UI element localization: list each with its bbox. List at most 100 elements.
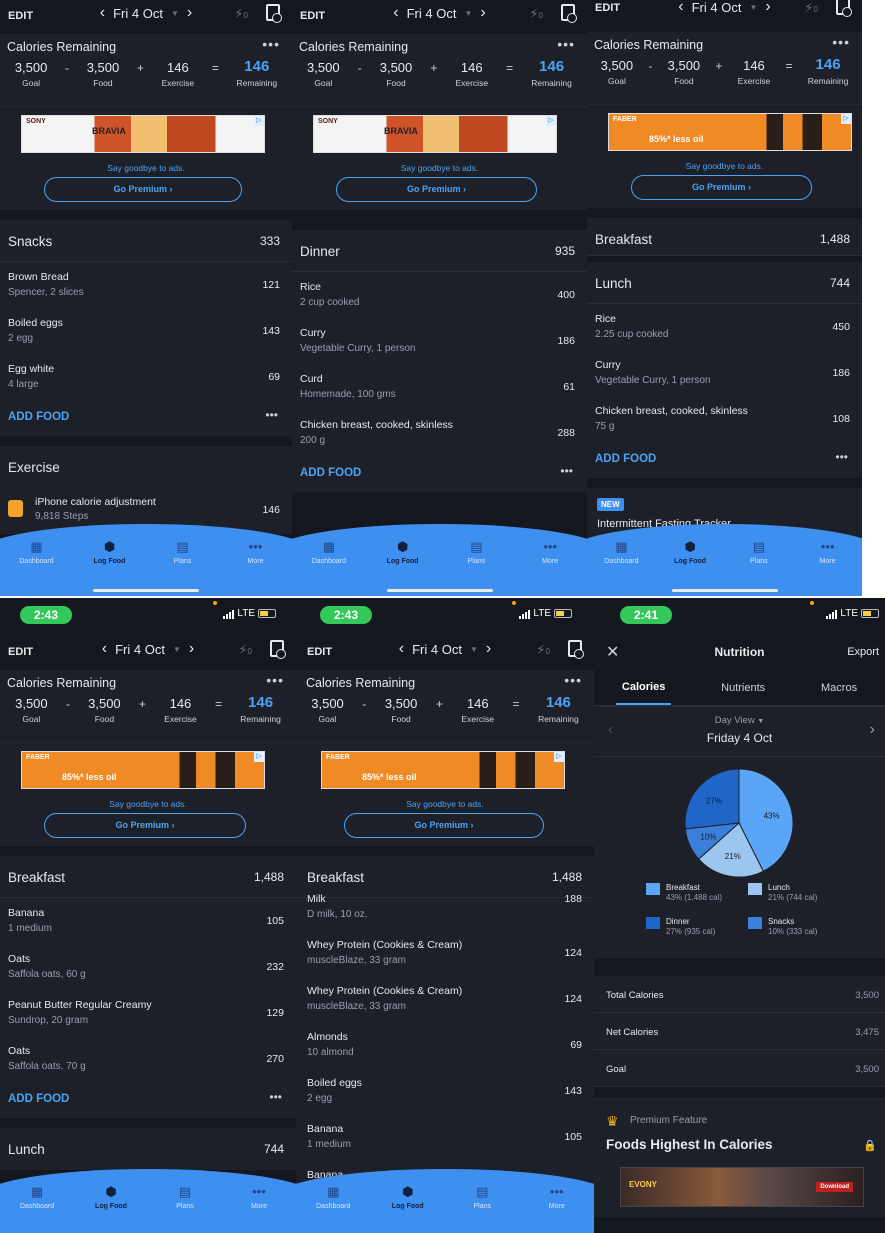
food-item[interactable]: Rice 2 cup cooked 400 bbox=[292, 272, 587, 318]
ad-banner[interactable]: FABER 85%* less oil ▷ bbox=[321, 751, 565, 789]
more-icon[interactable]: ••• bbox=[832, 34, 850, 50]
add-food-button[interactable]: ADD FOOD bbox=[595, 453, 656, 465]
more-icon[interactable]: ••• bbox=[557, 36, 575, 52]
food-item[interactable]: Curry Vegetable Curry, 1 person 186 bbox=[587, 350, 862, 396]
ad-banner[interactable]: EVONY Download bbox=[620, 1167, 864, 1207]
tab-plans[interactable]: ▤ Plans bbox=[153, 540, 213, 565]
food-item[interactable]: Almonds 10 almond 69 bbox=[296, 1022, 594, 1068]
adchoices-icon[interactable]: ▷ bbox=[546, 116, 556, 126]
clipboard-icon[interactable] bbox=[836, 0, 852, 17]
date-selector[interactable]: ‹ Fri 4 Oct ▼ › bbox=[100, 4, 192, 22]
tab-more[interactable]: ••• More bbox=[229, 1185, 289, 1210]
adchoices-icon[interactable]: ▷ bbox=[254, 752, 264, 762]
go-premium-button[interactable]: Go Premium › bbox=[344, 813, 544, 838]
next-day-icon[interactable]: › bbox=[486, 640, 491, 658]
food-item[interactable]: Curry Vegetable Curry, 1 person 186 bbox=[292, 318, 587, 364]
tab-plans[interactable]: ▤ Plans bbox=[446, 540, 506, 565]
ad-banner[interactable]: SONY BRAVIA ▷ bbox=[21, 115, 265, 153]
tab-plans[interactable]: ▤ Plans bbox=[452, 1185, 512, 1210]
more-icon[interactable]: ••• bbox=[262, 36, 280, 52]
food-item[interactable]: Peanut Butter Regular Creamy Sundrop, 20 … bbox=[0, 990, 296, 1036]
premium-feature[interactable]: ♛ Premium Feature Foods Highest In Calor… bbox=[594, 1097, 885, 1217]
tab-dashboard[interactable]: ▦ Dashboard bbox=[7, 540, 67, 565]
more-icon[interactable]: ••• bbox=[265, 408, 278, 422]
tab-more[interactable]: ••• More bbox=[226, 540, 286, 565]
tab-more[interactable]: ••• More bbox=[798, 540, 858, 565]
more-icon[interactable]: ••• bbox=[835, 450, 848, 464]
food-item[interactable]: Oats Saffola oats, 60 g 232 bbox=[0, 944, 296, 990]
date-selector[interactable]: ‹ Fri 4 Oct ▼ › bbox=[393, 4, 485, 22]
food-item[interactable]: Boiled eggs 2 egg 143 bbox=[0, 308, 292, 354]
food-item[interactable]: Whey Protein (Cookies & Cream) muscleBlaz… bbox=[296, 976, 594, 1022]
food-item[interactable]: Egg white 4 large 69 bbox=[0, 354, 292, 400]
tab-more[interactable]: ••• More bbox=[520, 540, 580, 565]
prev-day-icon[interactable]: ‹ bbox=[102, 640, 107, 658]
more-icon[interactable]: ••• bbox=[560, 464, 573, 478]
adchoices-icon[interactable]: ▷ bbox=[841, 114, 851, 124]
tab-dashboard[interactable]: ▦ Dashboard bbox=[591, 540, 651, 565]
food-item[interactable]: Banana 1 medium 105 bbox=[296, 1114, 594, 1160]
tab-dashboard[interactable]: ▦ Dashboard bbox=[299, 540, 359, 565]
tab-plans[interactable]: ▤ Plans bbox=[155, 1185, 215, 1210]
export-button[interactable]: Export bbox=[847, 646, 879, 658]
edit-button[interactable]: EDIT bbox=[300, 10, 325, 22]
tab-log-food[interactable]: ⬢ Log Food bbox=[660, 540, 720, 565]
prev-day-icon[interactable]: ‹ bbox=[678, 0, 683, 16]
next-day-icon[interactable]: › bbox=[189, 640, 194, 658]
food-item[interactable]: Rice 2.25 cup cooked 450 bbox=[587, 304, 862, 350]
clipboard-icon[interactable] bbox=[568, 640, 584, 659]
tab-plans[interactable]: ▤ Plans bbox=[729, 540, 789, 565]
ad-download-button[interactable]: Download bbox=[816, 1182, 853, 1192]
food-item[interactable]: Milk D milk, 10 oz. 188 bbox=[296, 884, 594, 930]
ad-banner[interactable]: FABER 85%* less oil ▷ bbox=[608, 113, 852, 151]
edit-button[interactable]: EDIT bbox=[307, 646, 332, 658]
food-item[interactable]: Chicken breast, cooked, skinless 200 g 288 bbox=[292, 410, 587, 456]
date-selector[interactable]: ‹ Fri 4 Oct ▼ › bbox=[678, 0, 770, 16]
food-item[interactable]: Chicken breast, cooked, skinless 75 g 108 bbox=[587, 396, 862, 442]
edit-button[interactable]: EDIT bbox=[8, 646, 33, 658]
tab-calories[interactable]: Calories bbox=[615, 671, 672, 705]
breakfast-section[interactable]: Breakfast 1,488 bbox=[587, 218, 862, 256]
streak-icon[interactable]: ⚡0 bbox=[529, 6, 543, 22]
edit-button[interactable]: EDIT bbox=[595, 2, 620, 14]
more-icon[interactable]: ••• bbox=[266, 672, 284, 688]
streak-icon[interactable]: ⚡0 bbox=[234, 6, 248, 22]
clipboard-icon[interactable] bbox=[561, 4, 577, 23]
ad-banner[interactable]: SONY BRAVIA ▷ bbox=[313, 115, 557, 153]
go-premium-button[interactable]: Go Premium › bbox=[44, 813, 246, 838]
next-day-icon[interactable]: › bbox=[870, 721, 875, 739]
next-day-icon[interactable]: › bbox=[480, 4, 485, 22]
adchoices-icon[interactable]: ▷ bbox=[554, 752, 564, 762]
day-view-dropdown[interactable]: Day View ▼ bbox=[594, 715, 885, 726]
clipboard-icon[interactable] bbox=[270, 640, 286, 659]
edit-button[interactable]: EDIT bbox=[8, 10, 33, 22]
prev-day-icon[interactable]: ‹ bbox=[399, 640, 404, 658]
next-day-icon[interactable]: › bbox=[187, 4, 192, 22]
food-item[interactable]: Curd Homemade, 100 gms 61 bbox=[292, 364, 587, 410]
tab-macros[interactable]: Macros bbox=[815, 672, 863, 704]
tab-log-food[interactable]: ⬢ Log Food bbox=[378, 1185, 438, 1210]
prev-day-icon[interactable]: ‹ bbox=[393, 4, 398, 22]
food-item[interactable]: Boiled eggs 2 egg 143 bbox=[296, 1068, 594, 1114]
food-item[interactable]: Oats Saffola oats, 70 g 270 bbox=[0, 1036, 296, 1082]
clipboard-icon[interactable] bbox=[266, 4, 282, 23]
more-icon[interactable]: ••• bbox=[564, 672, 582, 688]
food-item[interactable]: Whey Protein (Cookies & Cream) muscleBlaz… bbox=[296, 930, 594, 976]
food-item[interactable]: Brown Bread Spencer, 2 slices 121 bbox=[0, 262, 292, 308]
streak-icon[interactable]: ⚡0 bbox=[536, 642, 550, 658]
food-item[interactable]: Banana 1 medium 105 bbox=[0, 898, 296, 944]
add-food-button[interactable]: ADD FOOD bbox=[300, 467, 361, 479]
tab-more[interactable]: ••• More bbox=[527, 1185, 587, 1210]
date-selector[interactable]: ‹ Fri 4 Oct ▼ › bbox=[102, 640, 194, 658]
next-day-icon[interactable]: › bbox=[765, 0, 770, 16]
tab-nutrients[interactable]: Nutrients bbox=[715, 672, 771, 704]
tab-dashboard[interactable]: ▦ Dashboard bbox=[7, 1185, 67, 1210]
tab-log-food[interactable]: ⬢ Log Food bbox=[80, 540, 140, 565]
date-selector[interactable]: ‹ Fri 4 Oct ▼ › bbox=[399, 640, 491, 658]
streak-icon[interactable]: ⚡0 bbox=[238, 642, 252, 658]
tab-log-food[interactable]: ⬢ Log Food bbox=[373, 540, 433, 565]
streak-icon[interactable]: ⚡0 bbox=[804, 0, 818, 16]
go-premium-button[interactable]: Go Premium › bbox=[631, 175, 812, 200]
add-food-button[interactable]: ADD FOOD bbox=[8, 411, 69, 423]
ad-banner[interactable]: FABER 85%* less oil ▷ bbox=[21, 751, 265, 789]
